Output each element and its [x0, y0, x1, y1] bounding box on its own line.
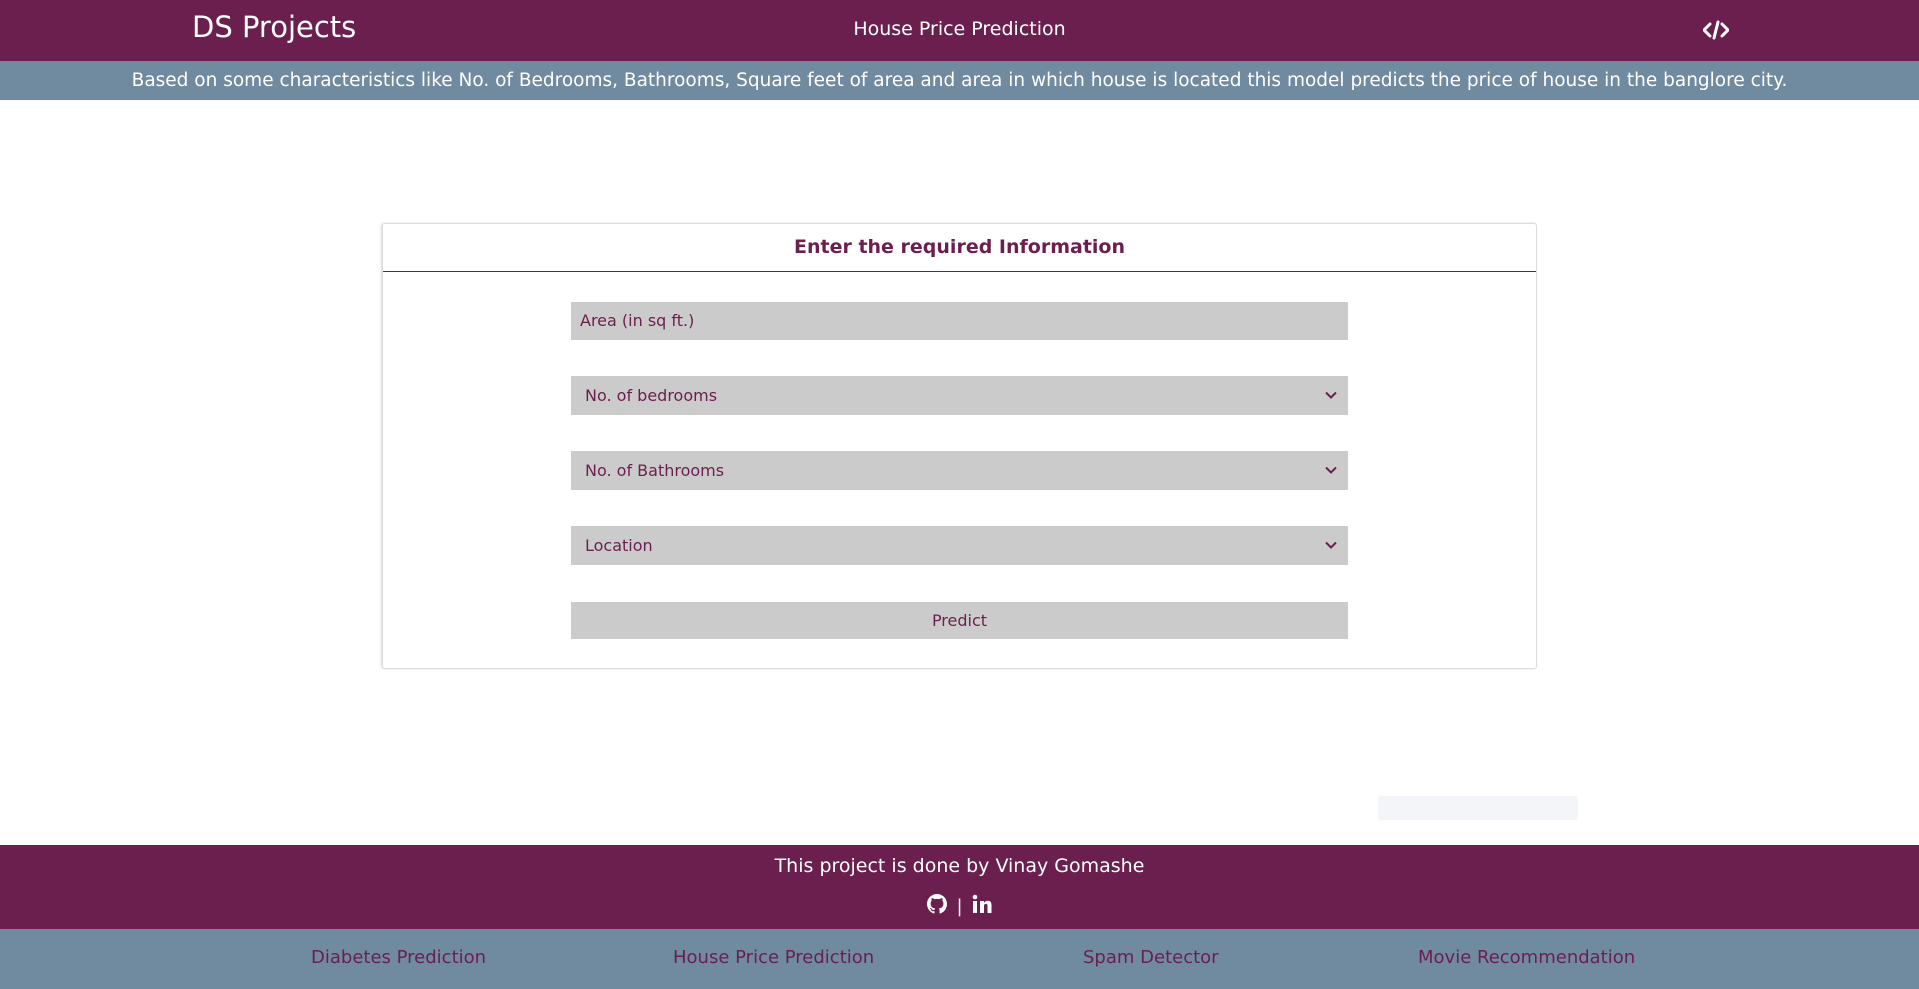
bottom-project-nav: Diabetes Prediction House Price Predicti…	[0, 929, 1919, 989]
location-select[interactable]: Location	[571, 526, 1348, 565]
chevron-down-icon	[1325, 541, 1337, 549]
prediction-form-card: Enter the required Information Area (in …	[382, 223, 1537, 669]
nav-link-spam-detector[interactable]: Spam Detector	[1083, 947, 1219, 968]
top-navbar: DS Projects House Price Prediction	[0, 0, 1919, 61]
bedrooms-select-value: No. of bedrooms	[585, 386, 718, 405]
form-heading: Enter the required Information	[383, 224, 1536, 272]
bedrooms-select[interactable]: No. of bedrooms	[571, 376, 1348, 415]
location-select-value: Location	[585, 536, 653, 555]
footer-credit: This project is done by Vinay Gomashe	[774, 855, 1145, 877]
page-title: House Price Prediction	[853, 18, 1066, 40]
footer: This project is done by Vinay Gomashe |	[0, 845, 1919, 929]
nav-link-diabetes-prediction[interactable]: Diabetes Prediction	[311, 947, 486, 968]
nav-link-house-price-prediction[interactable]: House Price Prediction	[673, 947, 874, 968]
bathrooms-select[interactable]: No. of Bathrooms	[571, 451, 1348, 490]
code-icon[interactable]	[1702, 16, 1730, 44]
chevron-down-icon	[1325, 466, 1337, 474]
linkedin-icon[interactable]	[972, 894, 992, 918]
nav-link-movie-recommendation[interactable]: Movie Recommendation	[1418, 947, 1635, 968]
predict-button[interactable]: Predict	[571, 602, 1348, 639]
footer-separator: |	[956, 895, 963, 917]
area-input[interactable]: Area (in sq ft.)	[571, 302, 1348, 340]
footer-social-links: |	[0, 894, 1919, 918]
bathrooms-select-value: No. of Bathrooms	[585, 461, 725, 480]
chevron-down-icon	[1325, 391, 1337, 399]
faint-overlay	[1378, 796, 1578, 820]
description-banner: Based on some characteristics like No. o…	[0, 61, 1919, 100]
github-icon[interactable]	[927, 894, 948, 918]
